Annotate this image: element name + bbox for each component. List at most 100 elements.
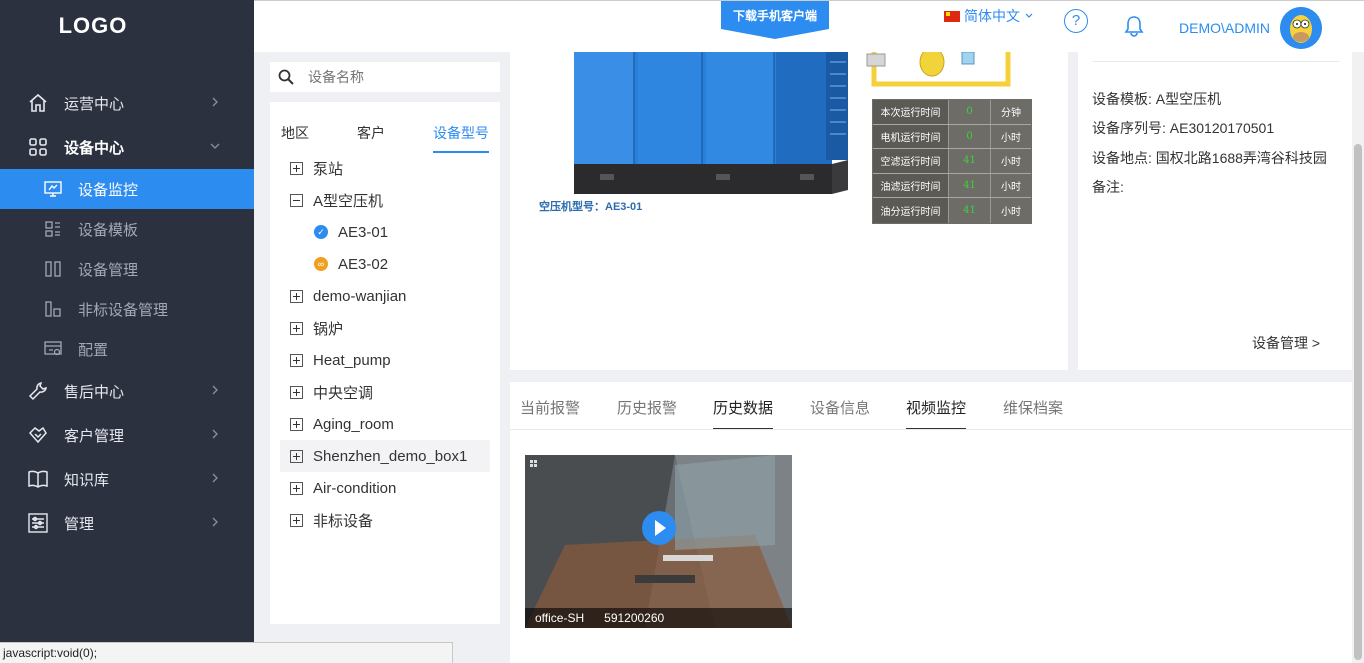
device-tree-panel: 地区 客户 设备型号 泵站 A型空压机 ✓ AE3-01 ∞ AE3-02 (270, 62, 500, 624)
expand-icon[interactable] (290, 321, 303, 335)
tree-node[interactable]: A型空压机 (280, 184, 490, 216)
tab-history-data[interactable]: 历史数据 (713, 397, 774, 429)
tree-node-label: Heat_pump (313, 351, 391, 369)
top-bar: 下载手机客户端 简体中文 ? DEMO\ADMIN (254, 0, 1364, 52)
sidebar-subitem-label: 配置 (78, 341, 109, 359)
help-icon[interactable]: ? (1064, 9, 1088, 33)
tab-customer[interactable]: 客户 (357, 123, 385, 153)
tree-node-label: Air-condition (313, 479, 397, 497)
tree-node[interactable]: Heat_pump (280, 344, 490, 376)
expand-icon[interactable] (290, 513, 303, 527)
sidebar: LOGO 运营中心 设备中心 设备监控 设备模板 设备管理 非标设备管理 配置 … (0, 0, 254, 663)
play-icon[interactable] (642, 511, 676, 545)
sidebar-subitem-nonstandard-devices[interactable]: 非标设备管理 (0, 289, 254, 329)
language-selector[interactable]: 简体中文 (944, 6, 1035, 26)
sidebar-item-devices[interactable]: 设备中心 (0, 125, 254, 169)
config-icon (44, 340, 62, 358)
expand-icon[interactable] (290, 481, 303, 495)
stat-value: 0 (949, 124, 991, 149)
avatar[interactable] (1280, 7, 1322, 49)
tab-device-info[interactable]: 设备信息 (810, 397, 870, 428)
detail-tabbar: 当前报警 历史报警 历史数据 设备信息 视频监控 维保档案 (510, 382, 1352, 430)
tree-node-label: AE3-02 (338, 255, 389, 273)
expand-icon[interactable] (290, 417, 303, 431)
tree-leaf-device[interactable]: ✓ AE3-01 (280, 216, 490, 248)
tab-current-alarms[interactable]: 当前报警 (520, 397, 580, 428)
video-thumbnail[interactable]: office-SH 591200260 (525, 455, 792, 628)
expand-icon[interactable] (290, 353, 303, 367)
tree-node-label: demo-wanjian (313, 287, 407, 305)
expand-icon[interactable] (290, 289, 303, 303)
handshake-icon (28, 425, 48, 445)
grid-icon (28, 137, 48, 157)
tree-node[interactable]: 锅炉 (280, 312, 490, 344)
tree-node[interactable]: 泵站 (280, 152, 490, 184)
stat-value: 41 (949, 149, 991, 173)
sidebar-item-label: 客户管理 (64, 427, 125, 445)
china-flag-icon (944, 10, 960, 22)
monitor-icon (44, 180, 62, 198)
tree-node[interactable]: Aging_room (280, 408, 490, 440)
device-info-card: 设备模板: A型空压机 设备序列号: AE30120170501 设备地点: 国… (1078, 52, 1352, 370)
sidebar-item-operations[interactable]: 运营中心 (0, 81, 254, 125)
stat-value: 41 (949, 173, 991, 198)
chevron-right-icon (212, 97, 218, 107)
sidebar-subitem-device-template[interactable]: 设备模板 (0, 209, 254, 249)
sidebar-subitem-device-management[interactable]: 设备管理 (0, 249, 254, 289)
sidebar-item-label: 运营中心 (64, 95, 125, 113)
sidebar-item-management[interactable]: 管理 (0, 501, 254, 545)
settings-panel-icon (28, 513, 48, 533)
download-app-button[interactable]: 下载手机客户端 (721, 1, 829, 39)
tree-node-label: 非标设备 (313, 512, 374, 530)
sidebar-item-label: 管理 (64, 515, 95, 533)
tree-node[interactable]: 非标设备 (280, 504, 490, 536)
stat-value: 0 (949, 100, 991, 124)
page-scrollbar[interactable] (1352, 52, 1364, 663)
scrollbar-thumb[interactable] (1354, 144, 1362, 660)
tab-device-model[interactable]: 设备型号 (433, 123, 489, 153)
stat-name: 电机运行时间 (873, 124, 949, 149)
video-camera-name: office-SH (535, 611, 585, 625)
sidebar-subitem-config[interactable]: 配置 (0, 329, 254, 369)
tree-node-label: Shenzhen_demo_box1 (313, 447, 468, 465)
sidebar-subitem-device-monitor[interactable]: 设备监控 (0, 169, 254, 209)
chevron-right-icon (212, 517, 218, 527)
tab-video-monitor[interactable]: 视频监控 (906, 397, 967, 429)
sidebar-subitem-label: 非标设备管理 (78, 301, 169, 319)
user-name[interactable]: DEMO\ADMIN (1179, 20, 1270, 36)
stat-value: 41 (949, 198, 991, 223)
device-management-link[interactable]: 设备管理 > (1252, 333, 1320, 353)
expand-icon[interactable] (290, 161, 303, 175)
tree-node[interactable]: Shenzhen_demo_box1 (280, 440, 490, 472)
stat-row: 本次运行时间 0 分钟 (873, 100, 1031, 125)
sidebar-item-knowledge-base[interactable]: 知识库 (0, 457, 254, 501)
stat-unit: 分钟 (991, 100, 1031, 124)
chevron-down-icon (210, 143, 220, 149)
stat-row: 油滤运行时间 41 小时 (873, 173, 1031, 199)
chevron-right-icon (212, 473, 218, 483)
bell-icon[interactable] (1124, 15, 1144, 42)
stat-unit: 小时 (991, 149, 1031, 173)
video-caption-bar: office-SH 591200260 (525, 608, 792, 628)
sidebar-subitem-label: 设备监控 (78, 181, 139, 199)
runtime-stats-table: 本次运行时间 0 分钟 电机运行时间 0 小时 空滤运行时间 41 小时 油滤运… (872, 99, 1032, 224)
expand-icon[interactable] (290, 385, 303, 399)
sidebar-item-after-sales[interactable]: 售后中心 (0, 369, 254, 413)
tab-region[interactable]: 地区 (281, 123, 309, 153)
sidebar-item-customers[interactable]: 客户管理 (0, 413, 254, 457)
tab-maintenance-records[interactable]: 维保档案 (1003, 397, 1063, 428)
device-search-input[interactable] (308, 69, 478, 85)
compressor-model-caption: 空压机型号：AE3-01 (539, 201, 643, 213)
stat-name: 本次运行时间 (873, 100, 949, 124)
expand-icon[interactable] (290, 449, 303, 463)
chevron-down-icon (1025, 13, 1033, 18)
tree-node[interactable]: Air-condition (280, 472, 490, 504)
tree-node[interactable]: 中央空调 (280, 376, 490, 408)
sidebar-subitem-label: 设备模板 (78, 221, 139, 239)
tab-alarm-history[interactable]: 历史报警 (617, 397, 677, 428)
collapse-icon[interactable] (290, 193, 303, 207)
tree-leaf-device[interactable]: ∞ AE3-02 (280, 248, 490, 280)
nonstandard-icon (44, 300, 62, 318)
tree-node[interactable]: demo-wanjian (280, 280, 490, 312)
stat-name: 油分运行时间 (873, 198, 949, 223)
